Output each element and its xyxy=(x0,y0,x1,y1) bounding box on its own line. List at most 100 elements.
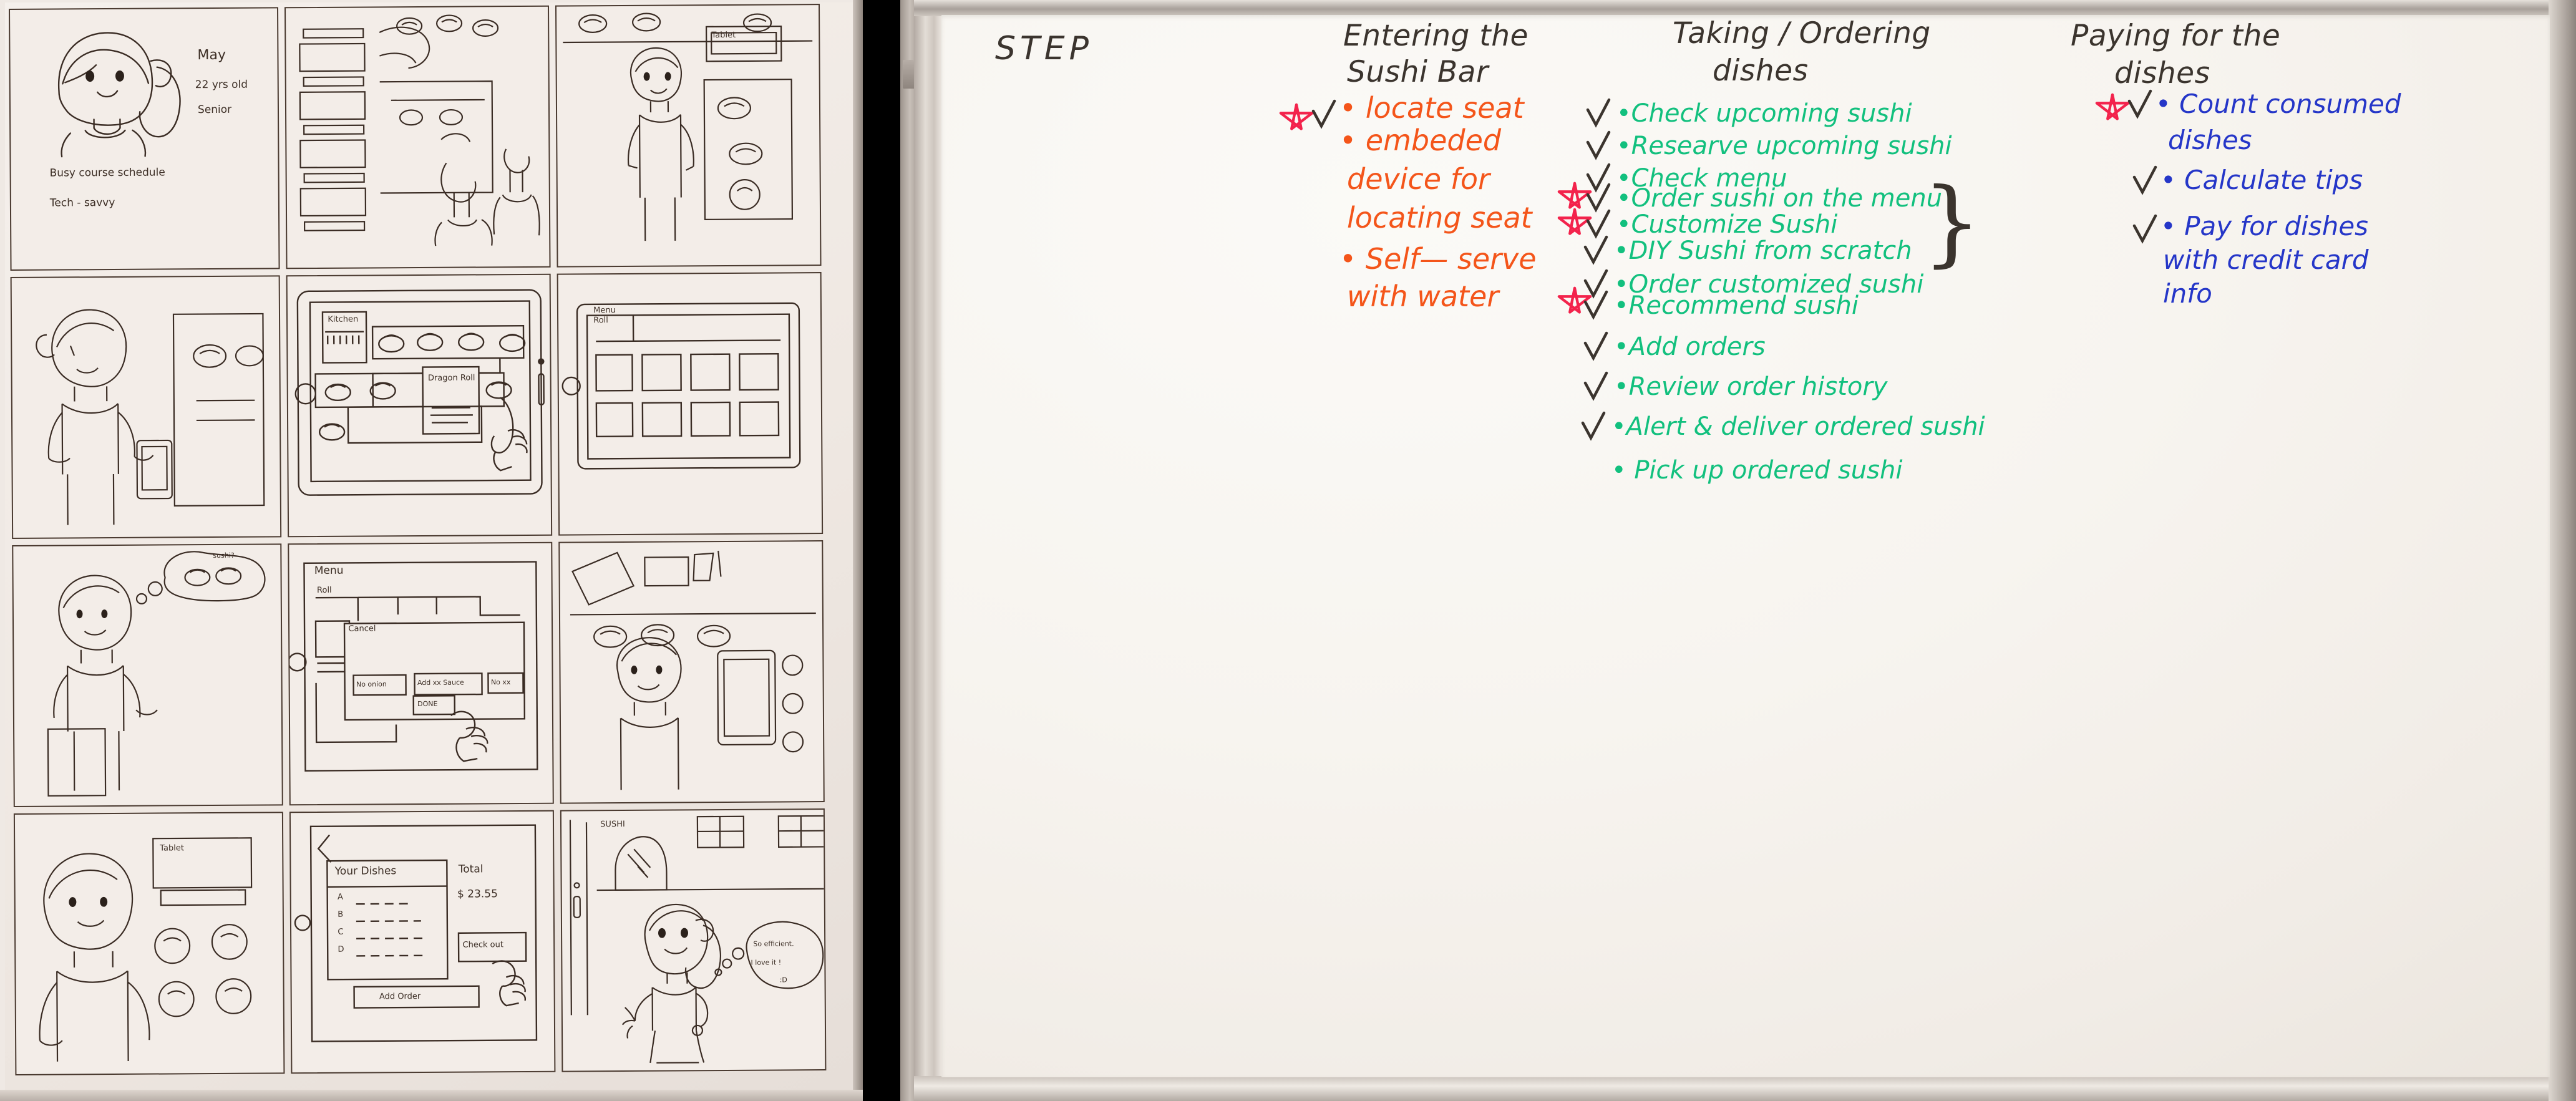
persona-name: May xyxy=(197,47,226,64)
no-onion-option[interactable]: No onion xyxy=(356,680,387,688)
paying-item-3: • Pay for dishes xyxy=(2160,213,2368,240)
ordering-item-5: •Customize Sushi xyxy=(1616,212,1837,237)
storyboard-panel-entering: Tablet xyxy=(555,4,822,268)
entering-item-3-line1: Self— serve xyxy=(1365,242,1537,276)
paying-item-2-text: Calculate tips xyxy=(2184,165,2363,195)
ordering-item-11: •Alert & deliver ordered sushi xyxy=(1611,414,1985,439)
customize-dialog-sketch xyxy=(289,561,538,772)
ordering-item-2: •Researve upcoming sushi xyxy=(1616,133,1952,158)
menu-word: Menu xyxy=(593,306,616,316)
ordering-item-12-text: Pick up ordered sushi xyxy=(1634,456,1903,485)
total-amount: $ 23.55 xyxy=(457,888,498,901)
entering-item-3-line2: with water xyxy=(1347,279,1499,313)
entering-item-1: • locate seat xyxy=(1339,94,1524,122)
storyboard-panel-leaving-happy: SUSHI So efficient. I love it ! :D xyxy=(560,808,827,1072)
add-order-button-sketch[interactable]: Add Order xyxy=(379,992,420,1001)
speech-line-2: I love it ! xyxy=(751,958,782,967)
storyboard-panel-checkout: Your Dishes A B C D Total $ 23.55 Check … xyxy=(289,810,556,1074)
check-icon xyxy=(1583,331,1608,361)
bullet-dot: • xyxy=(1616,184,1631,213)
paying-item-2: • Calculate tips xyxy=(2160,167,2363,193)
ordering-item-5-text: Customize Sushi xyxy=(1631,210,1838,239)
dish-row-c: C xyxy=(338,927,344,937)
step-label: STEP xyxy=(995,30,1093,67)
check-icon xyxy=(1586,130,1611,160)
dish-row-d: D xyxy=(338,944,344,954)
check-icon xyxy=(1583,235,1608,265)
bullet-dot: • xyxy=(1614,332,1629,361)
paying-item-3-line3: info xyxy=(2163,278,2212,309)
total-label: Total xyxy=(458,863,484,876)
kitchen-label: Kitchen xyxy=(328,314,359,324)
entering-item-2-line1: embeded xyxy=(1365,124,1502,157)
check-out-button-sketch[interactable]: Check out xyxy=(462,940,503,949)
speech-line-3: :D xyxy=(779,976,787,984)
entering-item-3: • Self— serve xyxy=(1339,245,1537,273)
storyboard-photo: May 22 yrs old Senior Busy course schedu… xyxy=(0,0,863,1101)
bullet-dot: • xyxy=(1339,242,1366,276)
dragon-roll-label: Dragon Roll xyxy=(427,373,475,383)
bullet-dot: • xyxy=(1339,124,1366,157)
ordering-item-8-text: Recommend sushi xyxy=(1628,291,1859,320)
dish-row-b: B xyxy=(338,909,344,919)
persona-trait-2: Tech - savvy xyxy=(49,196,115,210)
menu-label-r3: Menu xyxy=(314,564,344,578)
whiteboard-surface: STEP Entering the Sushi Bar • locate sea… xyxy=(941,15,2550,1077)
entering-item-2-line3: locating seat xyxy=(1347,201,1532,235)
storyboard-grid: May 22 yrs old Senior Busy course schedu… xyxy=(9,4,827,1075)
ordering-item-10-text: Review order history xyxy=(1628,372,1888,401)
column-heading-entering-line2: Sushi Bar xyxy=(1347,55,1489,89)
dragon-roll-text: Dragon Roll xyxy=(427,373,475,383)
ordering-item-6: •DIY Sushi from scratch xyxy=(1614,238,1912,263)
ordering-item-12: • Pick up ordered sushi xyxy=(1611,458,1902,483)
sushi-sign-label: SUSHI xyxy=(600,819,625,830)
roll-label-r3: Roll xyxy=(316,585,332,595)
group-brace: } xyxy=(1922,168,1982,277)
paying-item-1-line1: Count consumed xyxy=(2179,89,2401,119)
ordering-item-4-text: Order sushi on the menu xyxy=(1631,184,1943,213)
add-sauce-option[interactable]: Add xx Sauce xyxy=(417,679,464,687)
persona-girl-sketch xyxy=(57,32,181,158)
column-heading-entering-line1: Entering the xyxy=(1343,19,1529,53)
ordering-item-4: •Order sushi on the menu xyxy=(1616,186,1942,211)
bullet-dot: • xyxy=(2160,211,2185,241)
ordering-item-6-text: DIY Sushi from scratch xyxy=(1628,236,1912,265)
paying-item-3-line2: with credit card xyxy=(2163,245,2369,275)
bullet-dot: • xyxy=(2160,165,2185,195)
roll-word: Roll xyxy=(593,315,608,325)
check-icon xyxy=(2132,214,2157,244)
done-button-sketch[interactable]: DONE xyxy=(417,700,437,708)
whiteboard-frame-bottom xyxy=(914,1076,2576,1101)
bullet-dot: • xyxy=(2156,89,2180,119)
check-icon xyxy=(2132,165,2157,195)
bullet-dot: • xyxy=(1614,372,1629,401)
tablet-label-top: Tablet xyxy=(711,30,736,41)
storyboard-panel-girl-at-tablet: Tablet xyxy=(13,812,285,1075)
ordering-item-2-text: Researve upcoming sushi xyxy=(1631,132,1952,160)
tablet-label-bottom: Tablet xyxy=(160,843,184,853)
ordering-item-1: •Check upcoming sushi xyxy=(1616,101,1912,126)
persona-age: 22 yrs old xyxy=(195,78,248,92)
bullet-dot: • xyxy=(1339,91,1366,125)
conveyor-delivery-sketch xyxy=(570,550,816,790)
bullet-dot: • xyxy=(1614,291,1629,320)
screenshot-root: May 22 yrs old Senior Busy course schedu… xyxy=(0,0,2576,1101)
storyboard-panel-seatmap: Kitchen Dragon Roll xyxy=(286,273,553,538)
ordering-item-10: •Review order history xyxy=(1614,374,1887,399)
whiteboard-frame-left xyxy=(914,0,943,1101)
ordering-item-1-text: Check upcoming sushi xyxy=(1631,99,1912,128)
no-xx-option[interactable]: No xx xyxy=(491,678,511,686)
column-heading-ordering-line1: Taking / Ordering xyxy=(1673,16,1931,51)
bullet-dot: • xyxy=(1616,210,1631,239)
whiteboard-frame-top xyxy=(914,0,2576,16)
persona-year: Senior xyxy=(197,103,232,117)
cancel-button-sketch[interactable]: Cancel xyxy=(348,624,376,633)
seat-map-tablet-sketch xyxy=(294,289,545,496)
bullet-dot: • xyxy=(1616,132,1631,160)
column-heading-paying-line2: dishes xyxy=(2114,56,2210,90)
storyboard-panel-sushi-belt xyxy=(284,5,551,269)
girl-with-phone-sketch xyxy=(36,309,265,525)
girl-at-tablet-sketch xyxy=(39,837,253,1062)
your-dishes-header: Your Dishes xyxy=(334,865,397,878)
storyboard-panel-conveyor-delivery xyxy=(558,540,825,804)
